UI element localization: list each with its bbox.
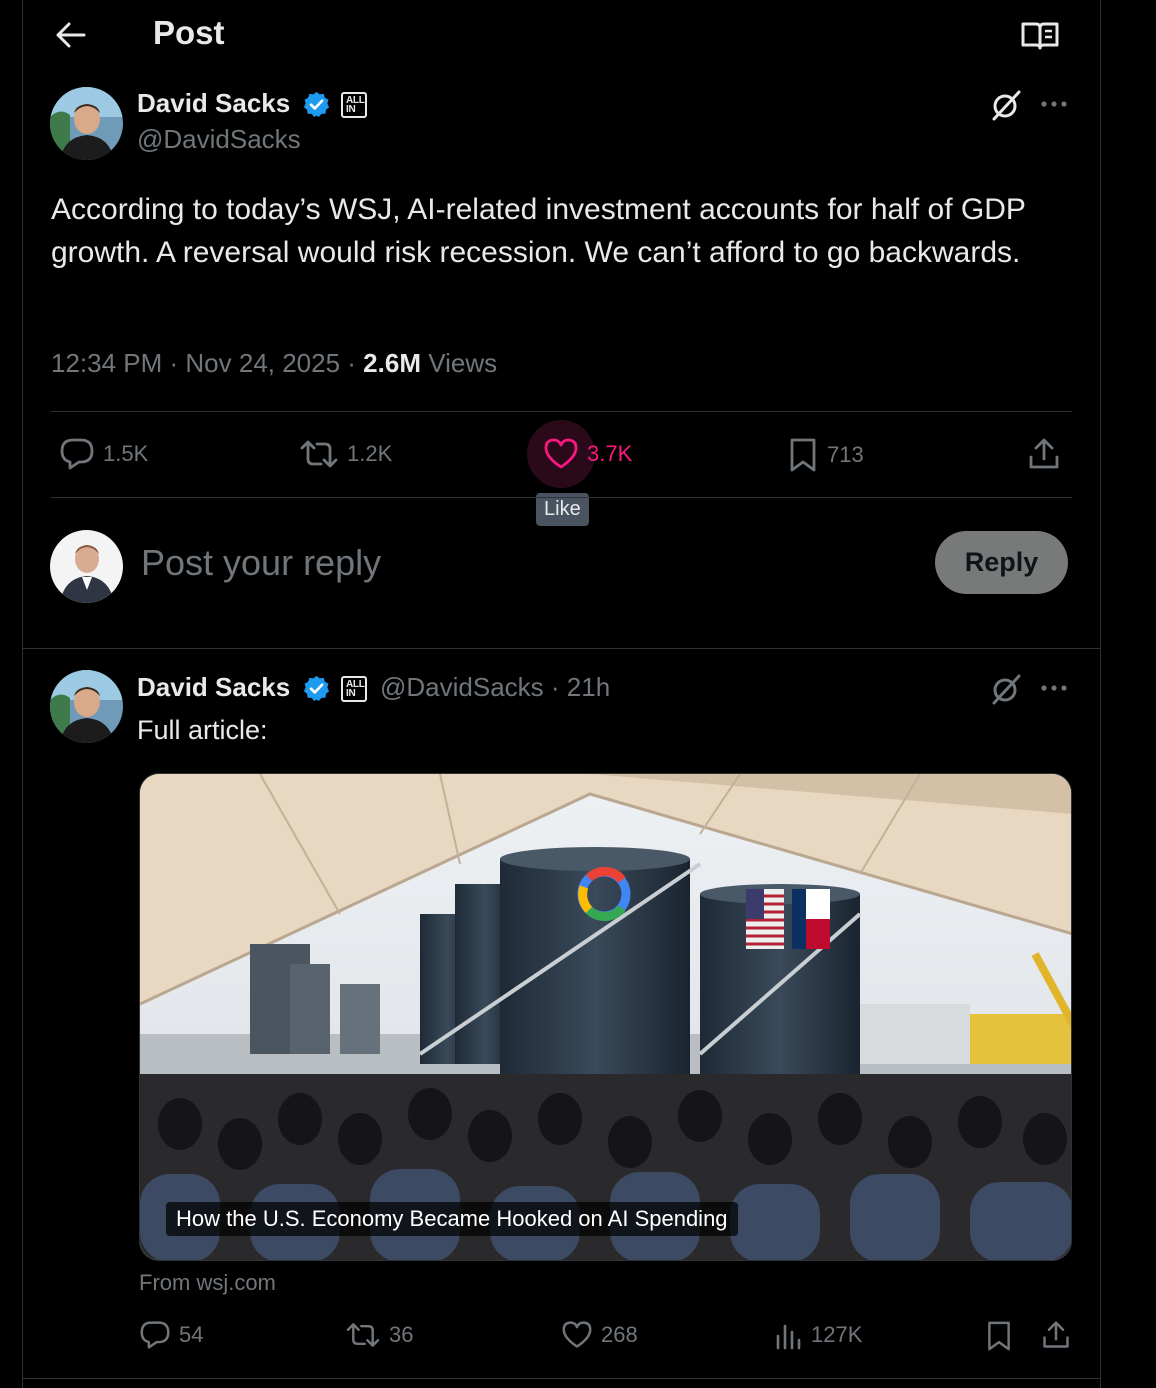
views-analytics-button[interactable]: 127K xyxy=(775,1320,862,1350)
reply-count: 54 xyxy=(179,1322,204,1347)
grok-icon[interactable] xyxy=(989,88,1023,122)
like-count: 268 xyxy=(601,1322,638,1347)
reply-bubble-icon xyxy=(59,437,95,471)
author-handle[interactable]: @DavidSacks xyxy=(137,124,301,155)
repost-icon xyxy=(299,437,339,471)
reply-handle-time[interactable]: @DavidSacks · 21h xyxy=(380,672,610,703)
view-count: 2.6M xyxy=(363,348,421,378)
current-user-avatar[interactable] xyxy=(50,530,123,603)
more-options-icon[interactable] xyxy=(1040,100,1070,108)
like-action-button[interactable]: 3.7K xyxy=(543,437,632,471)
page-title: Post xyxy=(153,14,225,51)
share-icon[interactable] xyxy=(1041,1320,1071,1350)
post-text: According to today’s WSJ, AI-related inv… xyxy=(51,193,1026,269)
card-title: How the U.S. Economy Became Hooked on AI… xyxy=(166,1202,738,1236)
analytics-bar-chart-icon xyxy=(775,1320,803,1350)
reply-author-avatar[interactable] xyxy=(50,670,123,743)
reply-bubble-icon xyxy=(139,1320,171,1350)
reply-action-button[interactable]: 54 xyxy=(139,1320,203,1350)
divider xyxy=(23,1378,1100,1379)
reader-mode-book-icon[interactable] xyxy=(1020,20,1060,52)
repost-icon xyxy=(345,1320,381,1350)
post-meta: 12:34 PM · Nov 24, 2025 · 2.6M Views xyxy=(51,348,497,379)
verified-badge-icon xyxy=(302,90,331,119)
divider xyxy=(51,497,1072,498)
bookmark-action-button[interactable]: 713 xyxy=(787,437,864,473)
affiliate-badge[interactable]: ALL IN xyxy=(341,92,367,118)
reply-input[interactable]: Post your reply xyxy=(141,542,381,584)
repost-action-button[interactable]: 36 xyxy=(345,1320,413,1350)
bookmark-icon xyxy=(787,437,819,473)
grok-icon[interactable] xyxy=(989,672,1023,706)
article-image xyxy=(140,774,1071,1260)
repost-action-button[interactable]: 1.2K xyxy=(299,437,392,471)
divider xyxy=(51,411,1072,412)
view-count: 127K xyxy=(811,1322,863,1347)
affiliate-badge[interactable]: ALL IN xyxy=(341,676,367,702)
views-label: Views xyxy=(420,348,498,378)
bookmark-count: 713 xyxy=(827,442,864,467)
post-timestamp[interactable]: 12:34 PM · Nov 24, 2025 · xyxy=(51,348,363,378)
link-card[interactable]: How the U.S. Economy Became Hooked on AI… xyxy=(139,773,1072,1261)
reply-text: Full article: xyxy=(137,715,268,745)
reply-submit-button[interactable]: Reply xyxy=(935,531,1068,594)
heart-icon xyxy=(561,1320,593,1350)
card-source[interactable]: From wsj.com xyxy=(139,1270,276,1296)
bookmark-icon[interactable] xyxy=(985,1320,1013,1352)
reply-count: 1.5K xyxy=(103,441,149,466)
like-action-button[interactable]: 268 xyxy=(561,1320,638,1350)
post-column: Post David Sacks ALL IN @DavidSacks Acco… xyxy=(22,0,1101,1388)
repost-count: 1.2K xyxy=(347,441,393,466)
more-options-icon[interactable] xyxy=(1040,684,1070,692)
divider xyxy=(23,648,1100,649)
share-icon[interactable] xyxy=(1027,437,1061,471)
author-name[interactable]: David Sacks xyxy=(137,88,290,119)
like-count: 3.7K xyxy=(587,441,633,466)
heart-icon xyxy=(543,437,579,471)
reply-author-name[interactable]: David Sacks xyxy=(137,672,290,703)
repost-count: 36 xyxy=(389,1322,414,1347)
author-avatar[interactable] xyxy=(50,87,123,160)
reply-action-button[interactable]: 1.5K xyxy=(59,437,148,471)
back-arrow-icon[interactable] xyxy=(53,20,87,50)
verified-badge-icon xyxy=(302,674,331,703)
